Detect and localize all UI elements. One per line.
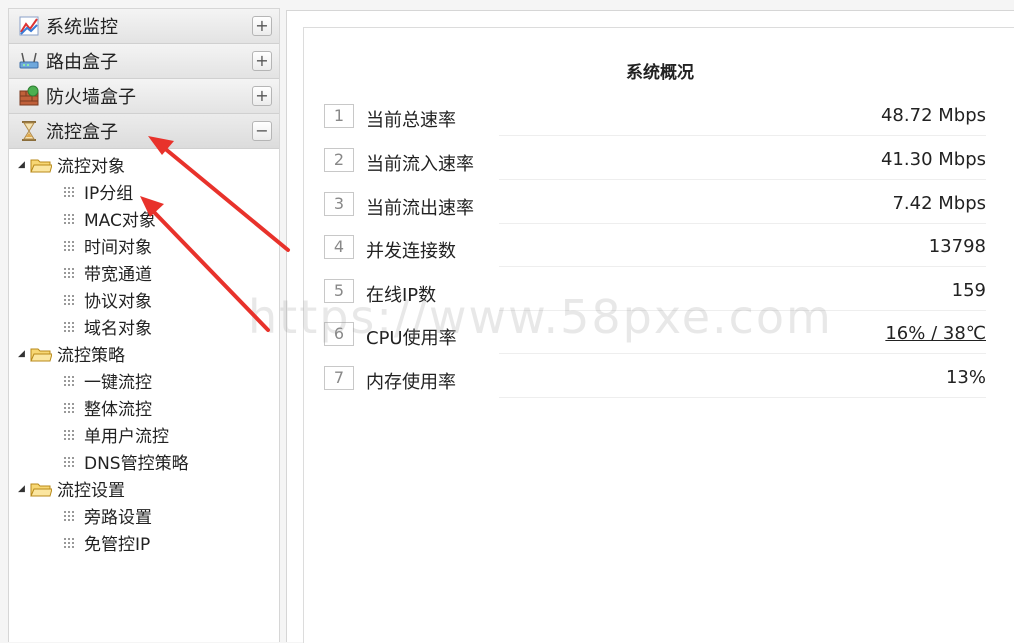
grid-dots-icon xyxy=(63,240,75,252)
tree-item-dns-policy[interactable]: DNS管控策略 xyxy=(9,448,279,475)
row-number: 3 xyxy=(324,192,354,216)
tree-item-mac-object[interactable]: MAC对象 xyxy=(9,205,279,232)
router-icon xyxy=(18,50,40,72)
tree-item-label: 时间对象 xyxy=(84,238,152,258)
row-number: 6 xyxy=(324,322,354,346)
grid-dots-icon xyxy=(63,375,75,387)
caret-down-icon[interactable]: ◢ xyxy=(18,349,26,359)
tree-item-protocol-object[interactable]: 协议对象 xyxy=(9,286,279,313)
stat-value: 13% xyxy=(945,367,986,388)
tree-item-time-object[interactable]: 时间对象 xyxy=(9,232,279,259)
tree-folder-label: 流控设置 xyxy=(57,481,125,501)
stat-value: 7.42 Mbps xyxy=(892,193,986,214)
stat-label: 当前流入速率 xyxy=(366,154,474,175)
row-number: 5 xyxy=(324,279,354,303)
tree-item-label: MAC对象 xyxy=(84,211,156,231)
expand-toggle[interactable]: + xyxy=(252,86,272,106)
row-number: 1 xyxy=(324,104,354,128)
section-label: 路由盒子 xyxy=(46,52,118,73)
sidebar-nav: 系统监控 + 路由盒子 + 防火墙盒子 + 流控盒子 − ◢ 流控对象 IP分组… xyxy=(8,8,280,642)
folder-open-icon xyxy=(30,346,52,362)
grid-dots-icon xyxy=(63,186,75,198)
stat-label: 并发连接数 xyxy=(366,241,456,262)
section-label: 系统监控 xyxy=(46,17,118,38)
tree-item-label: 单用户流控 xyxy=(84,427,169,447)
stat-label: 内存使用率 xyxy=(366,372,456,393)
grid-dots-icon xyxy=(63,537,75,549)
section-label: 流控盒子 xyxy=(46,122,118,143)
row-divider xyxy=(499,397,986,398)
row-number: 2 xyxy=(324,148,354,172)
tree-folder-flow-settings[interactable]: ◢ 流控设置 xyxy=(9,475,279,502)
stat-row-online-ips: 5 在线IP数 159 xyxy=(324,267,986,311)
section-router-box[interactable]: 路由盒子 + xyxy=(9,44,279,79)
firewall-icon xyxy=(18,85,40,107)
tree-item-label: 带宽通道 xyxy=(84,265,152,285)
caret-down-icon[interactable]: ◢ xyxy=(18,160,26,170)
tree-item-bandwidth-channel[interactable]: 带宽通道 xyxy=(9,259,279,286)
tree-folder-label: 流控对象 xyxy=(57,157,125,177)
tree-item-label: 旁路设置 xyxy=(84,508,152,528)
tree-item-label: 整体流控 xyxy=(84,400,152,420)
flow-control-tree: ◢ 流控对象 IP分组 MAC对象 时间对象 带宽通道 协议对象 域名对象 ◢ … xyxy=(9,149,279,556)
grid-dots-icon xyxy=(63,294,75,306)
stat-row-memory-usage: 7 内存使用率 13% xyxy=(324,354,986,398)
chart-monitor-icon xyxy=(18,15,40,37)
tree-item-label: 免管控IP xyxy=(84,535,151,555)
tree-folder-label: 流控策略 xyxy=(57,346,125,366)
stat-value: 159 xyxy=(951,280,986,301)
grid-dots-icon xyxy=(63,267,75,279)
system-overview-panel: 系统概况 1 当前总速率 48.72 Mbps 2 当前流入速率 41.30 M… xyxy=(303,27,1014,643)
row-number: 7 xyxy=(324,366,354,390)
tree-item-exempt-ip[interactable]: 免管控IP xyxy=(9,529,279,556)
tree-item-label: 域名对象 xyxy=(84,319,152,339)
collapse-toggle[interactable]: − xyxy=(252,121,272,141)
folder-open-icon xyxy=(30,481,52,497)
grid-dots-icon xyxy=(63,321,75,333)
tree-folder-flow-policy[interactable]: ◢ 流控策略 xyxy=(9,340,279,367)
stat-row-cpu-usage: 6 CPU使用率 16% / 38℃ xyxy=(324,310,986,354)
hourglass-icon xyxy=(18,120,40,142)
stat-label: 在线IP数 xyxy=(366,285,437,306)
tree-item-label: IP分组 xyxy=(84,184,134,204)
stat-label: 当前总速率 xyxy=(366,110,456,131)
tree-item-label: DNS管控策略 xyxy=(84,454,189,474)
grid-dots-icon xyxy=(63,402,75,414)
stat-value: 13798 xyxy=(928,236,986,257)
tree-folder-flow-objects[interactable]: ◢ 流控对象 xyxy=(9,151,279,178)
stat-label: CPU使用率 xyxy=(366,328,457,349)
section-flow-control-box[interactable]: 流控盒子 − xyxy=(9,114,279,149)
tree-item-bypass-settings[interactable]: 旁路设置 xyxy=(9,502,279,529)
grid-dots-icon xyxy=(63,429,75,441)
stat-row-concurrent-connections: 4 并发连接数 13798 xyxy=(324,223,986,267)
tree-item-overall-control[interactable]: 整体流控 xyxy=(9,394,279,421)
stat-row-outbound-rate: 3 当前流出速率 7.42 Mbps xyxy=(324,180,986,224)
section-system-monitor[interactable]: 系统监控 + xyxy=(9,9,279,44)
stat-value: 48.72 Mbps xyxy=(880,105,986,126)
tree-item-one-click-control[interactable]: 一键流控 xyxy=(9,367,279,394)
tree-item-ip-group[interactable]: IP分组 xyxy=(9,178,279,205)
stat-row-total-rate: 1 当前总速率 48.72 Mbps xyxy=(324,92,986,136)
expand-toggle[interactable]: + xyxy=(252,51,272,71)
cpu-usage-link[interactable]: 16% / 38℃ xyxy=(885,323,986,344)
folder-open-icon xyxy=(30,157,52,173)
expand-toggle[interactable]: + xyxy=(252,16,272,36)
stat-label: 当前流出速率 xyxy=(366,198,474,219)
panel-title: 系统概况 xyxy=(626,63,694,83)
tree-item-label: 一键流控 xyxy=(84,373,152,393)
tree-item-single-user-control[interactable]: 单用户流控 xyxy=(9,421,279,448)
caret-down-icon[interactable]: ◢ xyxy=(18,484,26,494)
stat-row-inbound-rate: 2 当前流入速率 41.30 Mbps xyxy=(324,136,986,180)
grid-dots-icon xyxy=(63,510,75,522)
main-content: 系统概况 1 当前总速率 48.72 Mbps 2 当前流入速率 41.30 M… xyxy=(286,10,1014,643)
section-firewall-box[interactable]: 防火墙盒子 + xyxy=(9,79,279,114)
tree-item-label: 协议对象 xyxy=(84,292,152,312)
grid-dots-icon xyxy=(63,213,75,225)
stat-value: 41.30 Mbps xyxy=(880,149,986,170)
row-number: 4 xyxy=(324,235,354,259)
section-label: 防火墙盒子 xyxy=(46,87,136,108)
grid-dots-icon xyxy=(63,456,75,468)
tree-item-domain-object[interactable]: 域名对象 xyxy=(9,313,279,340)
